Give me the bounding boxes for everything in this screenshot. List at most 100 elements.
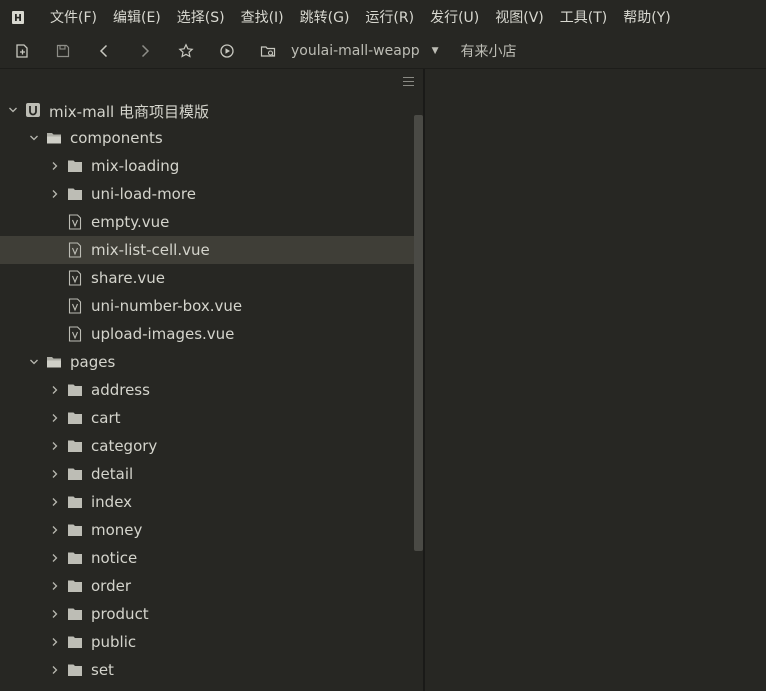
folder-icon [68, 412, 82, 424]
vue-file-icon [68, 298, 82, 314]
editor-area[interactable] [425, 69, 766, 691]
tree-folder-cart[interactable]: cart [0, 404, 414, 432]
tree-folder-uni-load-more[interactable]: uni-load-more [0, 180, 414, 208]
save-icon[interactable] [53, 41, 73, 61]
tree-folder-components[interactable]: components [0, 124, 414, 152]
tree-file-share-vue[interactable]: share.vue [0, 264, 414, 292]
tree-root-label: mix-mall 电商项目模版 [49, 103, 209, 121]
new-file-icon[interactable] [12, 41, 32, 61]
tree-label: uni-number-box.vue [91, 297, 243, 315]
vertical-scrollbar[interactable] [414, 115, 423, 551]
uni-app-project-icon [26, 103, 40, 117]
menu-edit[interactable]: 编辑(E) [105, 0, 169, 34]
tree-folder-index[interactable]: index [0, 488, 414, 516]
tree-label: upload-images.vue [91, 325, 235, 343]
tree-label: index [91, 493, 133, 511]
folder-icon [68, 608, 82, 620]
tree-folder-pages[interactable]: pages [0, 348, 414, 376]
menu-tools[interactable]: 工具(T) [552, 0, 615, 34]
tree-label: order [91, 577, 131, 595]
tree-label: money [91, 521, 143, 539]
folder-icon [68, 636, 82, 648]
folder-icon [68, 580, 82, 592]
chevron-right-icon [52, 190, 58, 198]
tree-folder-category[interactable]: category [0, 432, 414, 460]
project-name: youlai-mall-weapp [291, 43, 420, 59]
menu-goto[interactable]: 跳转(G) [292, 0, 358, 34]
ide-window: 文件(F) 编辑(E) 选择(S) 查找(I) 跳转(G) 运行(R) 发行(U… [0, 0, 766, 691]
star-icon[interactable] [176, 41, 196, 61]
menu-file[interactable]: 文件(F) [38, 0, 105, 34]
toolbar: youlai-mall-weapp ▼ 有来小店 [0, 34, 766, 69]
folder-icon [68, 664, 82, 676]
chevron-right-icon [52, 498, 58, 506]
chevron-right-icon [52, 162, 58, 170]
chevron-right-icon [52, 414, 58, 422]
menu-help[interactable]: 帮助(Y) [615, 0, 678, 34]
tree-label: detail [91, 465, 134, 483]
chevron-down-icon: ▼ [431, 46, 439, 56]
file-tree: mix-mall 电商项目模版 components mix-loading u… [0, 96, 414, 684]
tree-file-mix-list-cell-vue[interactable]: mix-list-cell.vue [0, 236, 414, 264]
forward-icon[interactable] [135, 41, 155, 61]
tree-folder-mix-loading[interactable]: mix-loading [0, 152, 414, 180]
menu-run[interactable]: 运行(R) [357, 0, 422, 34]
chevron-right-icon [52, 582, 58, 590]
tree-folder-address[interactable]: address [0, 376, 414, 404]
tree-label: notice [91, 549, 138, 567]
chevron-down-icon [30, 359, 38, 365]
tree-label: cart [91, 409, 121, 427]
project-selector[interactable]: youlai-mall-weapp ▼ [291, 43, 439, 59]
tree-folder-set[interactable]: set [0, 656, 414, 684]
tree-label: mix-loading [91, 157, 180, 175]
folder-icon [68, 468, 82, 480]
browse-folder-icon[interactable] [258, 41, 278, 61]
folder-open-icon [47, 357, 61, 368]
vue-file-icon [68, 326, 82, 342]
chevron-right-icon [52, 442, 58, 450]
back-icon[interactable] [94, 41, 114, 61]
menu-view[interactable]: 视图(V) [487, 0, 552, 34]
vue-file-icon [68, 242, 82, 258]
store-name[interactable]: 有来小店 [461, 41, 517, 61]
tree-file-empty-vue[interactable]: empty.vue [0, 208, 414, 236]
folder-icon [68, 524, 82, 536]
chevron-right-icon [52, 470, 58, 478]
tree-label: category [91, 437, 158, 455]
chevron-right-icon [52, 526, 58, 534]
tree-folder-money[interactable]: money [0, 516, 414, 544]
tree-folder-public[interactable]: public [0, 628, 414, 656]
chevron-right-icon [52, 554, 58, 562]
tree-label: share.vue [91, 269, 165, 287]
hbuilder-logo-icon [10, 9, 26, 25]
tree-file-upload-images-vue[interactable]: upload-images.vue [0, 320, 414, 348]
vue-file-icon [68, 270, 82, 286]
menu-bar: 文件(F) 编辑(E) 选择(S) 查找(I) 跳转(G) 运行(R) 发行(U… [0, 0, 766, 34]
tree-label: components [70, 129, 163, 147]
vue-file-icon [68, 214, 82, 230]
tree-file-uni-number-box-vue[interactable]: uni-number-box.vue [0, 292, 414, 320]
folder-icon [68, 160, 82, 172]
tree-folder-product[interactable]: product [0, 600, 414, 628]
tree-label: empty.vue [91, 213, 170, 231]
chevron-down-icon [9, 107, 17, 113]
tree-label: public [91, 633, 137, 651]
tree-label: mix-list-cell.vue [91, 241, 210, 259]
folder-icon [68, 552, 82, 564]
folder-icon [68, 188, 82, 200]
run-icon[interactable] [217, 41, 237, 61]
folder-icon [68, 384, 82, 396]
chevron-right-icon [52, 638, 58, 646]
tree-label: pages [70, 353, 116, 371]
folder-icon [68, 496, 82, 508]
tree-root[interactable]: mix-mall 电商项目模版 [0, 96, 414, 124]
tree-folder-order[interactable]: order [0, 572, 414, 600]
hamburger-menu-icon[interactable] [403, 77, 414, 86]
menu-select[interactable]: 选择(S) [169, 0, 233, 34]
tree-folder-detail[interactable]: detail [0, 460, 414, 488]
menu-publish[interactable]: 发行(U) [422, 0, 487, 34]
tree-label: uni-load-more [91, 185, 196, 203]
menu-find[interactable]: 查找(I) [233, 0, 292, 34]
tree-folder-notice[interactable]: notice [0, 544, 414, 572]
chevron-down-icon [30, 135, 38, 141]
